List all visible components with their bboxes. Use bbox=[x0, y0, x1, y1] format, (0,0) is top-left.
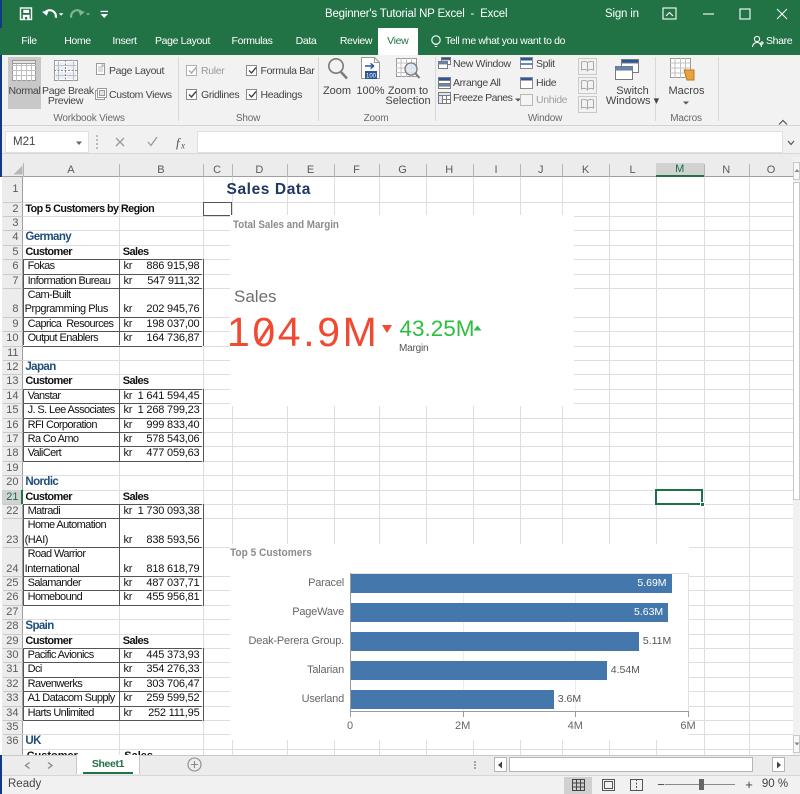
svg-text:100: 100 bbox=[366, 74, 377, 80]
svg-text:x: x bbox=[180, 141, 185, 151]
